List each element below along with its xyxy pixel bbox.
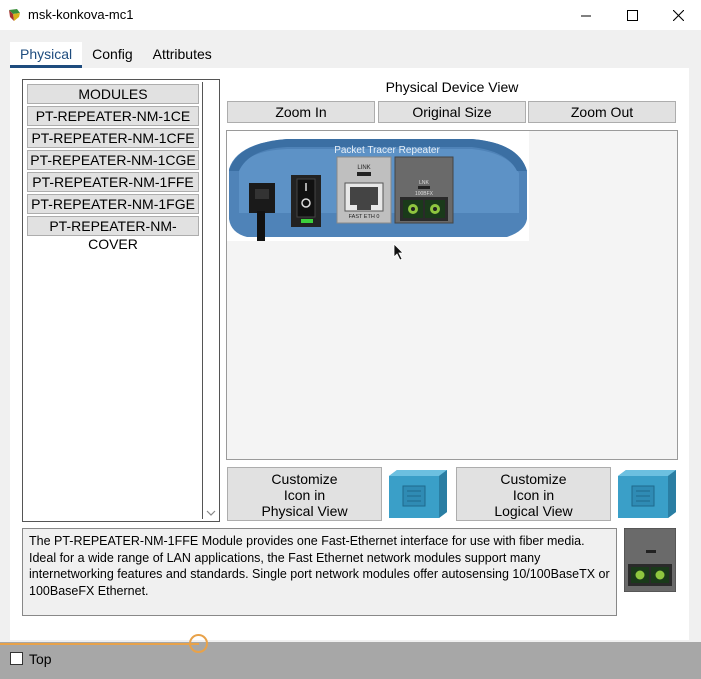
top-checkbox-label: Top <box>29 651 52 667</box>
zoom-in-button[interactable]: Zoom In <box>227 101 375 123</box>
customize-logical-button[interactable]: Customize Icon in Logical View <box>456 467 611 521</box>
window-title: msk-konkova-mc1 <box>28 7 134 22</box>
maximize-icon <box>626 9 638 21</box>
module-thumbnail <box>624 528 676 592</box>
scroll-down-icon[interactable] <box>206 509 216 517</box>
tab-config[interactable]: Config <box>82 42 142 68</box>
close-icon <box>672 9 684 21</box>
customize-logical-line2: Icon in <box>512 487 555 503</box>
customize-physical-line3: Physical View <box>261 503 348 519</box>
customize-physical-line1: Customize <box>271 471 338 487</box>
module-list: MODULES PT-REPEATER-NM-1CE PT-REPEATER-N… <box>22 79 220 522</box>
module-header: MODULES <box>27 84 199 104</box>
top-checkbox[interactable] <box>10 652 23 665</box>
port1-top-label: LINK <box>357 165 370 171</box>
module-description: The PT-REPEATER-NM-1FFE Module provides … <box>22 528 617 616</box>
tab-attributes[interactable]: Attributes <box>143 42 222 68</box>
mouse-cursor-icon <box>393 243 404 261</box>
repeater-device-image: Packet Tracer Repeater LINK FAST ETH 0 L… <box>227 131 529 241</box>
zoom-slider-thumb[interactable] <box>189 634 208 653</box>
device-label: Packet Tracer Repeater <box>334 145 440 156</box>
module-list-scrollbar[interactable] <box>203 80 219 521</box>
maximize-button[interactable] <box>609 0 655 30</box>
app-icon <box>9 9 20 21</box>
module-item[interactable]: PT-REPEATER-NM-1CE <box>27 106 199 126</box>
port2-top-label: LNK <box>419 180 429 186</box>
minimize-button[interactable] <box>563 0 609 30</box>
module-item[interactable]: PT-REPEATER-NM-1FGE <box>27 194 199 214</box>
module-item[interactable]: PT-REPEATER-NM-COVER <box>27 216 199 252</box>
port2-bottom-label: 100BFX <box>415 191 434 197</box>
original-size-button[interactable]: Original Size <box>378 101 526 123</box>
zoom-out-button[interactable]: Zoom Out <box>528 101 676 123</box>
tab-bar: Physical Config Attributes <box>10 42 222 68</box>
module-list-content: MODULES PT-REPEATER-NM-1CE PT-REPEATER-N… <box>25 82 203 519</box>
tab-physical[interactable]: Physical <box>10 42 83 68</box>
port1-bottom-label: FAST ETH 0 <box>349 214 380 220</box>
logical-icon-preview <box>618 470 676 518</box>
customize-logical-line3: Logical View <box>494 503 573 519</box>
customize-physical-line2: Icon in <box>283 487 326 503</box>
bottom-bar <box>0 642 701 679</box>
module-item[interactable]: PT-REPEATER-NM-1FFE <box>27 172 199 192</box>
module-item[interactable]: PT-REPEATER-NM-1CFE <box>27 128 199 148</box>
zoom-slider-track[interactable] <box>0 643 199 645</box>
module-item[interactable]: PT-REPEATER-NM-1CGE <box>27 150 199 170</box>
device-canvas[interactable]: Packet Tracer Repeater LINK FAST ETH 0 L… <box>226 130 678 460</box>
physical-icon-preview <box>389 470 447 518</box>
customize-logical-line1: Customize <box>500 471 567 487</box>
title-bar: msk-konkova-mc1 <box>0 0 701 30</box>
close-button[interactable] <box>655 0 701 30</box>
physical-view-title: Physical Device View <box>385 79 519 95</box>
minimize-icon <box>580 15 591 16</box>
customize-physical-button[interactable]: Customize Icon in Physical View <box>227 467 382 521</box>
